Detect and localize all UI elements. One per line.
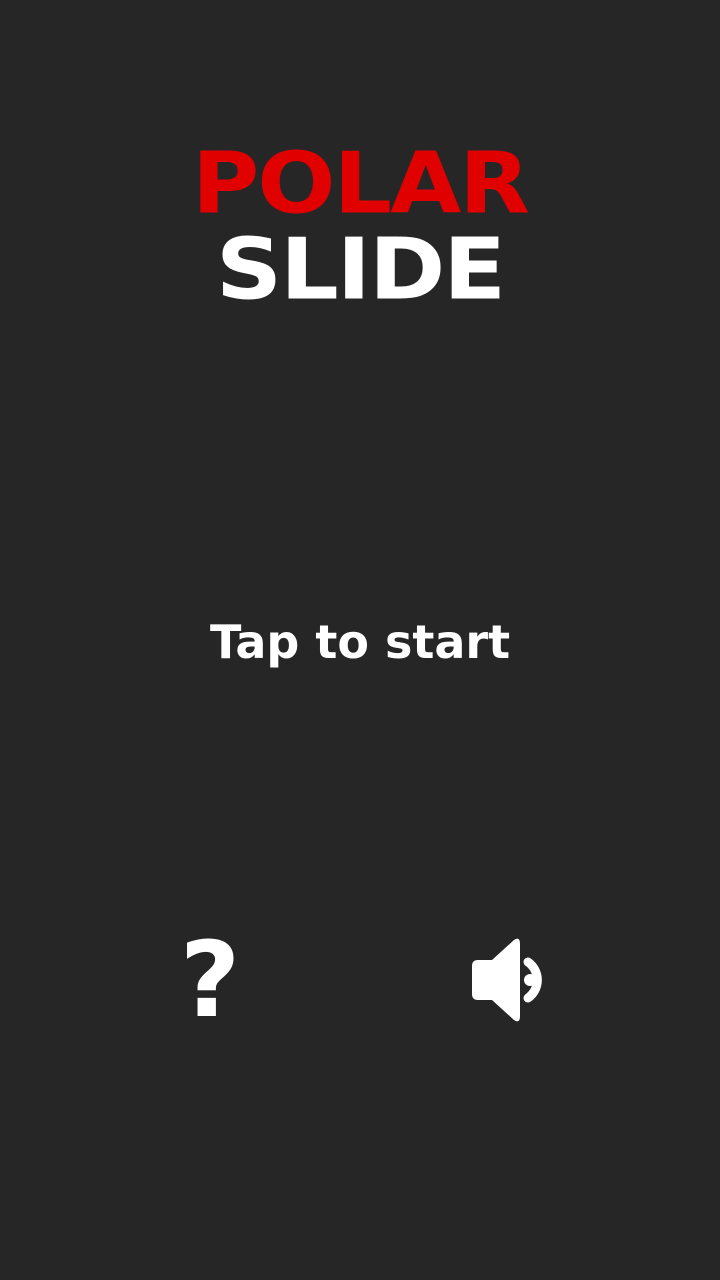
speaker-icon: [472, 938, 542, 1022]
help-button[interactable]: ?: [155, 925, 265, 1035]
title-screen[interactable]: POLAR SLIDE Tap to start ?: [0, 0, 720, 1280]
logo-word-polar: POLAR: [191, 134, 530, 233]
tap-to-start-prompt[interactable]: Tap to start: [0, 612, 720, 672]
question-mark-icon: ?: [179, 919, 241, 1041]
game-logo: POLAR SLIDE: [0, 138, 720, 316]
sound-toggle-button[interactable]: [455, 925, 565, 1035]
logo-word-slide: SLIDE: [215, 220, 506, 319]
